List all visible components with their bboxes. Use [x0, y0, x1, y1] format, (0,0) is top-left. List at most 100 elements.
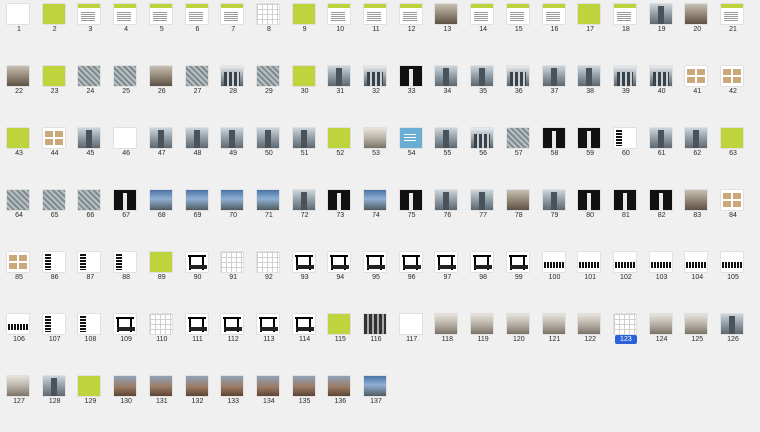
- page-preview-image[interactable]: [578, 314, 601, 334]
- page-preview-image[interactable]: [114, 252, 137, 272]
- page-preview-image[interactable]: [149, 190, 172, 210]
- page-preview-image[interactable]: [42, 66, 65, 86]
- page-preview-image[interactable]: [399, 314, 422, 334]
- page-thumbnail-126[interactable]: 126: [716, 310, 750, 370]
- page-preview-image[interactable]: [256, 190, 279, 210]
- page-preview-image[interactable]: [435, 4, 458, 24]
- page-thumbnail-30[interactable]: 30: [288, 62, 322, 122]
- page-preview-image[interactable]: [292, 314, 315, 334]
- page-thumbnail-91[interactable]: 91: [216, 248, 250, 308]
- page-preview-image[interactable]: [7, 66, 29, 86]
- page-thumbnail-89[interactable]: 89: [145, 248, 179, 308]
- page-preview-image[interactable]: [114, 190, 137, 210]
- page-thumbnail-118[interactable]: 118: [430, 310, 464, 370]
- page-preview-image[interactable]: [7, 376, 29, 396]
- page-preview-image[interactable]: [435, 128, 458, 148]
- page-thumbnail-25[interactable]: 25: [109, 62, 143, 122]
- page-thumbnail-24[interactable]: 24: [73, 62, 107, 122]
- page-thumbnail-122[interactable]: 122: [573, 310, 607, 370]
- page-preview-image[interactable]: [364, 314, 386, 334]
- page-thumbnail-16[interactable]: 16: [538, 0, 572, 60]
- page-thumbnail-117[interactable]: 117: [395, 310, 429, 370]
- page-preview-image[interactable]: [256, 252, 279, 272]
- page-preview-image[interactable]: [7, 190, 29, 210]
- page-preview-image[interactable]: [721, 66, 743, 86]
- page-thumbnail-73[interactable]: 73: [323, 186, 357, 246]
- page-preview-image[interactable]: [649, 128, 672, 148]
- page-preview-image[interactable]: [42, 190, 65, 210]
- page-thumbnail-111[interactable]: 111: [181, 310, 215, 370]
- page-preview-image[interactable]: [221, 190, 244, 210]
- page-preview-image[interactable]: [399, 190, 422, 210]
- page-thumbnail-42[interactable]: 42: [716, 62, 750, 122]
- page-preview-image[interactable]: [471, 128, 494, 148]
- page-preview-image[interactable]: [649, 314, 672, 334]
- page-preview-image[interactable]: [7, 128, 29, 148]
- page-preview-image[interactable]: [435, 190, 458, 210]
- page-thumbnail-46[interactable]: 46: [109, 124, 143, 184]
- page-thumbnail-115[interactable]: 115: [323, 310, 357, 370]
- page-preview-image[interactable]: [328, 190, 351, 210]
- page-thumbnail-93[interactable]: 93: [288, 248, 322, 308]
- page-preview-image[interactable]: [435, 252, 458, 272]
- page-preview-image[interactable]: [364, 4, 386, 24]
- page-thumbnail-104[interactable]: 104: [680, 248, 714, 308]
- page-preview-image[interactable]: [613, 252, 636, 272]
- page-preview-image[interactable]: [435, 314, 458, 334]
- page-preview-image[interactable]: [78, 66, 101, 86]
- page-thumbnail-27[interactable]: 27: [181, 62, 215, 122]
- page-preview-image[interactable]: [42, 314, 65, 334]
- page-thumbnail-17[interactable]: 17: [573, 0, 607, 60]
- page-thumbnail-5[interactable]: 5: [145, 0, 179, 60]
- page-preview-image[interactable]: [399, 4, 422, 24]
- page-thumbnail-120[interactable]: 120: [502, 310, 536, 370]
- page-preview-image[interactable]: [221, 376, 244, 396]
- page-thumbnail-35[interactable]: 35: [466, 62, 500, 122]
- page-thumbnail-94[interactable]: 94: [323, 248, 357, 308]
- page-preview-image[interactable]: [399, 128, 422, 148]
- page-preview-image[interactable]: [721, 128, 743, 148]
- page-thumbnail-92[interactable]: 92: [252, 248, 286, 308]
- page-thumbnail-7[interactable]: 7: [216, 0, 250, 60]
- page-preview-image[interactable]: [613, 4, 636, 24]
- page-thumbnail-72[interactable]: 72: [288, 186, 322, 246]
- page-thumbnail-34[interactable]: 34: [430, 62, 464, 122]
- page-preview-image[interactable]: [185, 128, 208, 148]
- page-thumbnail-31[interactable]: 31: [323, 62, 357, 122]
- page-preview-image[interactable]: [471, 314, 494, 334]
- page-thumbnail-11[interactable]: 11: [359, 0, 393, 60]
- page-preview-image[interactable]: [149, 128, 172, 148]
- page-thumbnail-12[interactable]: 12: [395, 0, 429, 60]
- page-thumbnail-90[interactable]: 90: [181, 248, 215, 308]
- page-thumbnail-56[interactable]: 56: [466, 124, 500, 184]
- page-thumbnail-110[interactable]: 110: [145, 310, 179, 370]
- page-thumbnail-86[interactable]: 86: [38, 248, 72, 308]
- page-thumbnail-14[interactable]: 14: [466, 0, 500, 60]
- page-preview-image[interactable]: [149, 252, 172, 272]
- page-thumbnail-100[interactable]: 100: [538, 248, 572, 308]
- page-thumbnail-57[interactable]: 57: [502, 124, 536, 184]
- page-preview-image[interactable]: [721, 252, 743, 272]
- page-thumbnail-54[interactable]: 54: [395, 124, 429, 184]
- page-thumbnail-124[interactable]: 124: [645, 310, 679, 370]
- page-preview-image[interactable]: [114, 376, 137, 396]
- page-preview-image[interactable]: [256, 66, 279, 86]
- page-thumbnail-59[interactable]: 59: [573, 124, 607, 184]
- page-preview-image[interactable]: [364, 66, 386, 86]
- page-preview-image[interactable]: [721, 190, 743, 210]
- page-thumbnail-76[interactable]: 76: [430, 186, 464, 246]
- page-thumbnail-13[interactable]: 13: [430, 0, 464, 60]
- page-preview-image[interactable]: [185, 314, 208, 334]
- page-preview-image[interactable]: [578, 128, 601, 148]
- page-thumbnail-21[interactable]: 21: [716, 0, 750, 60]
- page-thumbnail-26[interactable]: 26: [145, 62, 179, 122]
- page-preview-image[interactable]: [506, 190, 529, 210]
- page-preview-image[interactable]: [185, 66, 208, 86]
- page-thumbnail-20[interactable]: 20: [680, 0, 714, 60]
- page-thumbnail-1[interactable]: 1: [2, 0, 36, 60]
- page-preview-image[interactable]: [328, 376, 351, 396]
- page-preview-image[interactable]: [256, 314, 279, 334]
- page-thumbnail-39[interactable]: 39: [609, 62, 643, 122]
- page-thumbnail-97[interactable]: 97: [430, 248, 464, 308]
- page-preview-image[interactable]: [685, 190, 708, 210]
